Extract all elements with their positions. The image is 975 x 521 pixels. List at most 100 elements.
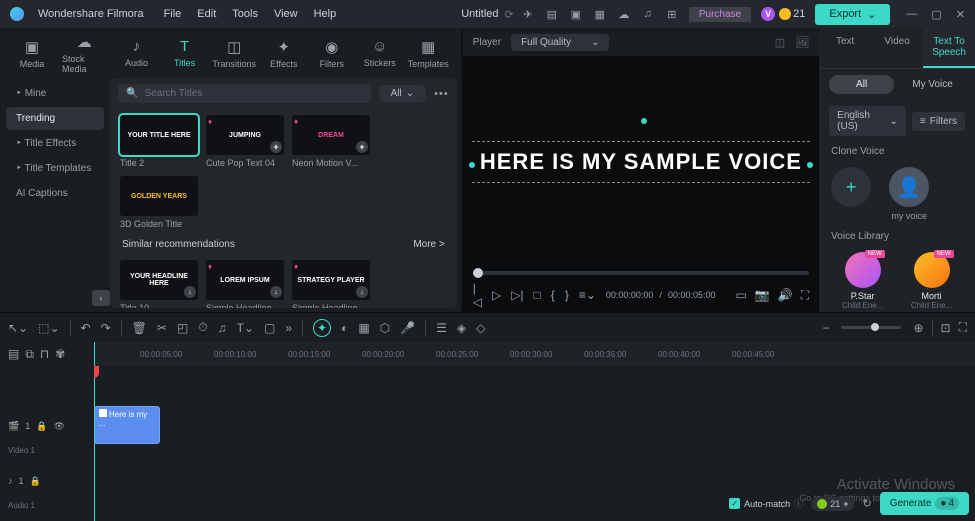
options-icon[interactable]: ≡⌄ — [579, 288, 596, 302]
grid-icon[interactable]: ⊞ — [665, 7, 679, 21]
more-tools-icon[interactable]: » — [285, 321, 292, 335]
text-icon[interactable]: T⌄ — [237, 321, 254, 335]
my-voice-item[interactable]: 👤 my voice — [889, 167, 929, 221]
title-tile[interactable]: LOREM IPSUM♦↓Simple Headline... — [206, 260, 284, 308]
rotate-handle-icon[interactable] — [641, 118, 647, 124]
keyframe-icon[interactable]: ◇ — [476, 321, 485, 335]
crop-icon[interactable]: ◰ — [177, 321, 188, 335]
title-preview-text[interactable]: HERE IS MY SAMPLE VOICE — [472, 145, 810, 179]
scrubber[interactable] — [473, 271, 809, 275]
tab-templates[interactable]: ▦Templates — [408, 38, 449, 69]
pointer-icon[interactable]: ↖⌄ — [8, 321, 28, 335]
subtab-myvoice[interactable]: My Voice — [900, 75, 965, 94]
next-frame-icon[interactable]: ▷| — [511, 288, 523, 302]
snapshot-preview-icon[interactable]: 🖼 — [795, 36, 809, 49]
display-icon[interactable]: ▭ — [736, 288, 747, 303]
cat-mine[interactable]: ‣ Mine — [6, 82, 104, 105]
tab-stock-media[interactable]: ☁Stock Media — [60, 33, 109, 74]
frame-icon[interactable]: ▢ — [264, 321, 275, 335]
timeline-clip[interactable]: Here is my ... — [94, 406, 160, 444]
zoom-in-icon[interactable]: ⊕ — [913, 321, 923, 335]
compare-icon[interactable]: ◫ — [775, 36, 785, 49]
tab-audio[interactable]: ♪Audio — [117, 38, 157, 68]
credit-chip[interactable]: 21 + — [811, 497, 854, 511]
menu-file[interactable]: File — [164, 8, 182, 20]
speed-icon[interactable]: ⏱ — [198, 320, 207, 335]
send-icon[interactable]: ✈ — [521, 7, 535, 21]
zoom-slider[interactable] — [841, 326, 901, 329]
cat-title-effects[interactable]: ‣ Title Effects — [6, 132, 104, 155]
tab-media[interactable]: ▣Media — [12, 38, 52, 69]
cat-title-templates[interactable]: ‣ Title Templates — [6, 157, 104, 180]
menu-view[interactable]: View — [274, 8, 298, 20]
download-icon[interactable]: ↓ — [270, 286, 282, 298]
link-icon[interactable]: ⧉ — [25, 347, 34, 362]
title-tile[interactable]: YOUR TITLE HERETitle 2 — [120, 115, 198, 168]
play-icon[interactable]: ▷ — [492, 288, 501, 302]
more-icon[interactable]: ••• — [434, 88, 449, 100]
title-tile[interactable]: YOUR HEADLINE HERE↓Title 10 — [120, 260, 198, 308]
subtab-all[interactable]: All — [829, 75, 894, 94]
undo-icon[interactable]: ↶ — [81, 321, 91, 335]
quality-dropdown[interactable]: Full Quality⌄ — [511, 34, 609, 51]
zoom-thumb-icon[interactable] — [871, 323, 879, 331]
generate-button[interactable]: Generate ●4 — [880, 492, 969, 515]
menu-edit[interactable]: Edit — [197, 8, 216, 20]
audio-track-header[interactable]: ♪1 🔒 — [0, 461, 94, 501]
title-tile[interactable]: GOLDEN YEARS3D Golden Title — [120, 176, 198, 229]
tab-transitions[interactable]: ◫Transitions — [213, 38, 256, 69]
tab-effects[interactable]: ✦Effects — [264, 38, 304, 69]
marker-icon[interactable]: ◈ — [457, 321, 466, 335]
mask-icon[interactable]: ◐ — [341, 321, 348, 335]
mark-out-icon[interactable]: } — [565, 288, 569, 302]
tab-filters[interactable]: ◉Filters — [312, 38, 352, 69]
search-input[interactable]: 🔍 Search Titles — [118, 84, 371, 103]
volume-icon[interactable]: 🔊 — [778, 288, 793, 303]
preview-canvas[interactable]: HERE IS MY SAMPLE VOICE — [463, 56, 819, 268]
fullscreen-icon[interactable]: ⛶ — [801, 288, 809, 303]
music-icon[interactable]: ♫ — [218, 321, 227, 335]
download-icon[interactable]: ↓ — [356, 286, 368, 298]
video-track-header[interactable]: 🎬1 🔒 👁 — [0, 406, 94, 446]
expand-icon[interactable]: ⛶ — [959, 320, 967, 335]
menu-tools[interactable]: Tools — [232, 8, 258, 20]
add-icon[interactable]: + — [356, 141, 368, 153]
filters-button[interactable]: ≡Filters — [912, 112, 965, 131]
export-button[interactable]: Export ⌄ — [815, 4, 890, 25]
document-title[interactable]: Untitled ⟳ — [461, 8, 514, 21]
fit-icon[interactable]: ⊡ — [941, 321, 951, 335]
mixer-icon[interactable]: ☰ — [436, 321, 447, 335]
download-icon[interactable]: ↓ — [184, 286, 196, 298]
mic-icon[interactable]: 🎤 — [400, 321, 415, 335]
redo-icon[interactable]: ↷ — [101, 321, 111, 335]
auto-match-checkbox[interactable]: ✓ Auto-match ⓘ — [729, 497, 803, 510]
color-icon[interactable]: ▦ — [358, 321, 369, 335]
timeline-ruler[interactable]: 00:00:05:0000:00:10:0000:00:15:0000:00:2… — [94, 342, 975, 366]
title-tile[interactable]: DREAM♦+Neon Motion V... — [292, 115, 370, 168]
lock-track-icon[interactable]: 🔒 — [36, 421, 47, 432]
cat-ai-captions[interactable]: AI Captions — [6, 182, 104, 205]
select-icon[interactable]: ⬚⌄ — [38, 321, 59, 335]
more-link[interactable]: More > — [413, 239, 444, 250]
add-clone-voice[interactable]: + — [831, 167, 871, 221]
playhead[interactable] — [94, 342, 95, 521]
device-icon[interactable]: ▣ — [569, 7, 583, 21]
zoom-out-icon[interactable]: − — [822, 321, 829, 335]
stop-icon[interactable]: □ — [534, 288, 541, 302]
language-dropdown[interactable]: English (US)⌄ — [829, 106, 906, 136]
prev-frame-icon[interactable]: |◁ — [473, 281, 482, 309]
info-icon[interactable]: ⓘ — [794, 497, 803, 510]
snapshot-icon[interactable]: 📷 — [755, 288, 770, 303]
cut-icon[interactable]: ✂ — [157, 321, 167, 335]
minimize-icon[interactable]: — — [906, 8, 917, 21]
tab-text[interactable]: Text — [819, 28, 871, 68]
image-icon[interactable]: ▦ — [593, 7, 607, 21]
resize-handle-icon[interactable] — [469, 162, 475, 168]
tab-tts[interactable]: Text To Speech — [923, 28, 975, 68]
magnet-icon[interactable]: ⊓ — [40, 347, 49, 361]
ai-icon[interactable]: ✦ — [313, 319, 331, 337]
close-icon[interactable]: ✕ — [956, 8, 965, 21]
lock-track-icon[interactable]: 🔒 — [30, 476, 41, 487]
voice-item[interactable]: NEWP.StarChild Ene... — [831, 252, 894, 310]
title-tile[interactable]: STRATEGY PLAYER♦↓Simple Headline... — [292, 260, 370, 308]
